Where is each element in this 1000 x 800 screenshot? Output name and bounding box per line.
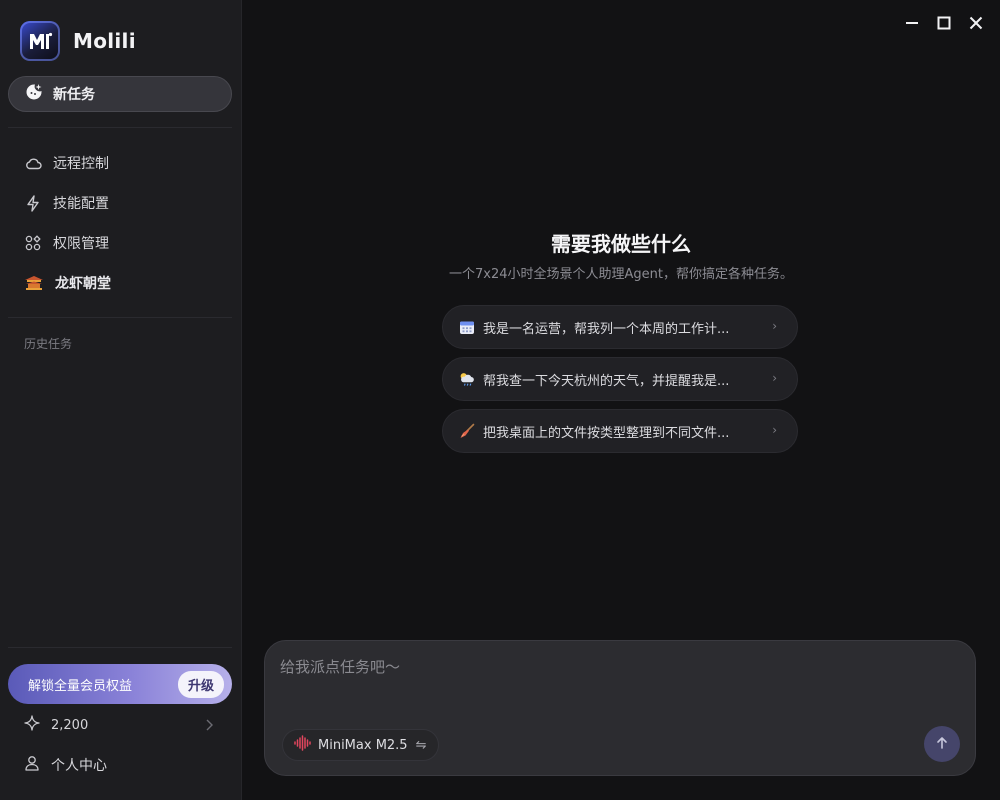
maximize-icon (937, 15, 951, 34)
model-selector[interactable]: MiniMax M2.5 ⇋ (282, 729, 440, 761)
broom-icon (459, 423, 475, 439)
calendar-icon (459, 319, 475, 335)
cloud-icon (24, 154, 42, 172)
model-name: MiniMax M2.5 (318, 737, 408, 753)
task-composer: MiniMax M2.5 ⇋ (264, 640, 976, 776)
chevron-right-icon: › (772, 371, 777, 385)
upgrade-banner[interactable]: 解锁全量会员权益 升级 (8, 664, 232, 704)
close-icon (969, 15, 983, 34)
brand: Molili (20, 21, 136, 61)
minimize-button[interactable] (902, 14, 922, 34)
suggestion-item[interactable]: 把我桌面上的文件按类型整理到不同文件... › (442, 409, 798, 453)
sidebar-item-remote-control[interactable]: 远程控制 (8, 145, 232, 181)
sidebar-item-skills[interactable]: 技能配置 (8, 185, 232, 221)
grid-icon (24, 234, 42, 252)
sparkle-icon (24, 715, 40, 735)
swap-icon: ⇋ (415, 737, 427, 753)
new-task-label: 新任务 (53, 87, 95, 103)
suggestion-text: 把我桌面上的文件按类型整理到不同文件... (483, 425, 730, 441)
sidebar-item-permissions[interactable]: 权限管理 (8, 225, 232, 261)
page-title: 需要我做些什么 (551, 232, 691, 256)
weather-icon (459, 371, 475, 387)
minimax-logo-icon (294, 735, 311, 755)
divider (8, 127, 232, 128)
profile-label: 个人中心 (51, 758, 107, 774)
palace-icon (24, 274, 44, 292)
suggestion-item[interactable]: 我是一名运营，帮我列一个本周的工作计... › (442, 305, 798, 349)
new-task-button[interactable]: 新任务 (8, 76, 232, 112)
upgrade-button[interactable]: 升级 (177, 670, 224, 698)
points-row[interactable]: 2,200 (8, 709, 232, 741)
user-icon (24, 755, 40, 775)
history-section-title: 历史任务 (24, 337, 73, 351)
chevron-right-icon: › (772, 423, 777, 437)
suggestion-item[interactable]: 帮我查一下今天杭州的天气，并提醒我是... › (442, 357, 798, 401)
task-input[interactable] (280, 656, 960, 706)
sidebar-item-palace[interactable]: 龙虾朝堂 (8, 265, 232, 301)
suggestion-text: 帮我查一下今天杭州的天气，并提醒我是... (483, 373, 730, 389)
send-button[interactable] (924, 726, 960, 762)
suggestion-text: 我是一名运营，帮我列一个本周的工作计... (483, 321, 730, 337)
divider (8, 317, 232, 318)
minimize-icon (905, 15, 919, 34)
sidebar-item-label: 龙虾朝堂 (55, 276, 111, 292)
sidebar-item-label: 权限管理 (53, 236, 109, 252)
chevron-right-icon: › (772, 319, 777, 333)
sidebar-item-label: 技能配置 (53, 196, 109, 212)
sidebar: Molili 新任务 远程控制 技能配置 权限管理 龙虾朝堂 历史任务 解锁全量… (0, 0, 242, 800)
lightning-icon (24, 194, 42, 212)
app-logo-icon (20, 21, 60, 61)
maximize-button[interactable] (934, 14, 954, 34)
divider (8, 647, 232, 648)
new-task-icon (25, 83, 43, 105)
sidebar-item-label: 远程控制 (53, 156, 109, 172)
chevron-right-icon (204, 717, 214, 736)
profile-center[interactable]: 个人中心 (8, 749, 232, 781)
app-name: Molili (73, 29, 136, 53)
arrow-up-icon (935, 735, 949, 754)
upgrade-label: 解锁全量会员权益 (28, 678, 133, 694)
points-value: 2,200 (51, 717, 89, 733)
close-button[interactable] (966, 14, 986, 34)
page-subtitle: 一个7x24小时全场景个人助理Agent，帮你搞定各种任务。 (449, 267, 793, 282)
